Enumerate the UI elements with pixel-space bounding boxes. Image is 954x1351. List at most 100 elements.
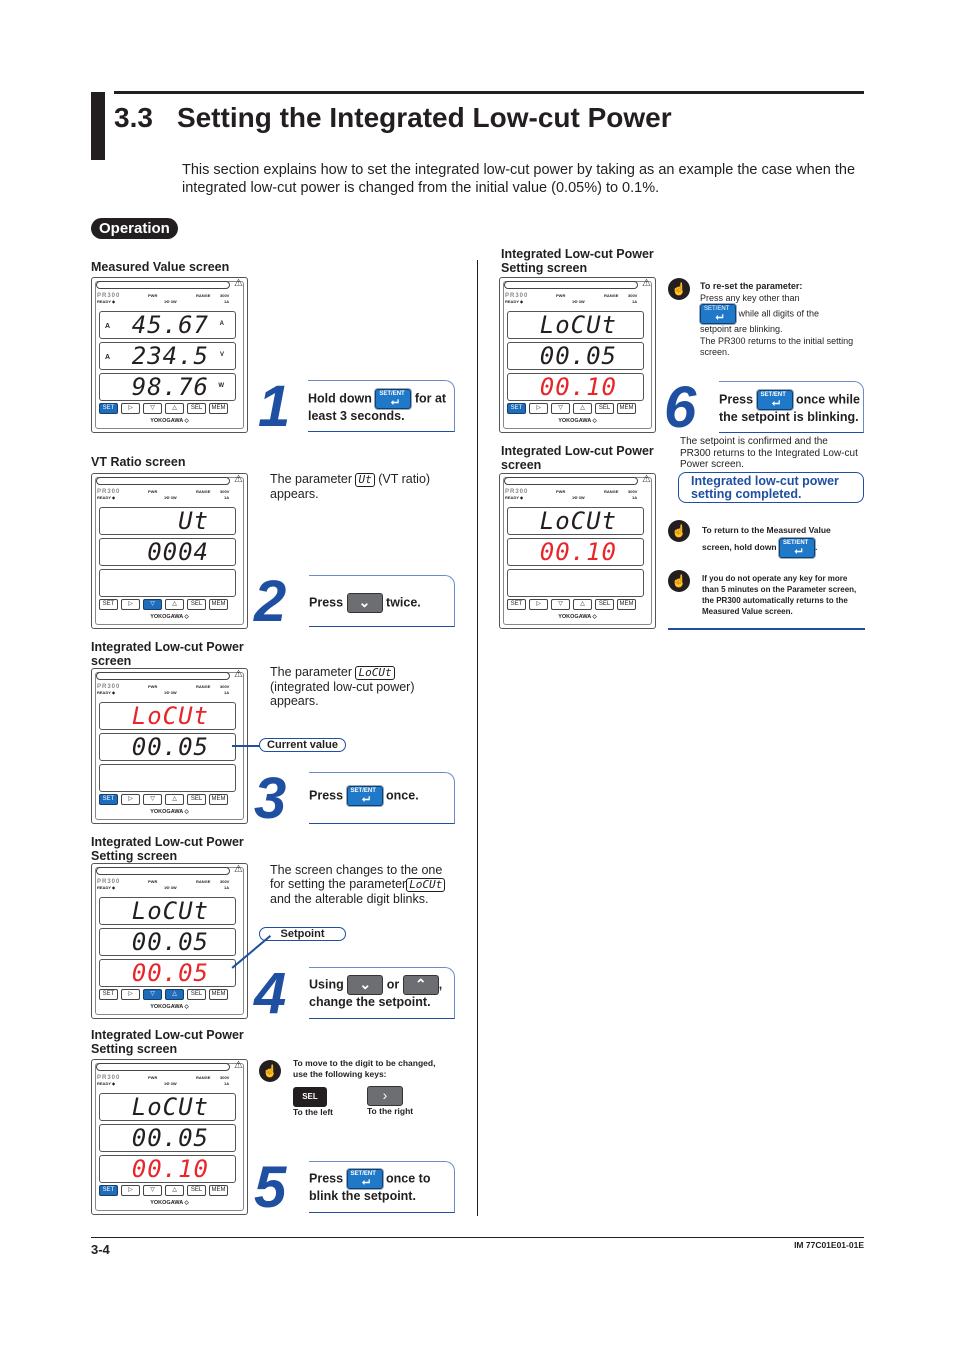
caption-lowcut: Integrated Low-cut Power screen — [91, 640, 244, 668]
set-ent-key[interactable]: SET/ENT ⮠ — [779, 537, 815, 558]
display-label: A — [105, 323, 112, 330]
device-indicator-label: READY ◆ — [97, 1081, 116, 1086]
device-indicator-label: RANGE — [196, 293, 211, 298]
set-ent-key[interactable]: SET/ENT ⮠ — [700, 304, 736, 324]
device-key[interactable]: SEL — [187, 794, 206, 805]
step-6: 6 Press SET/ENT ⮠ once while the setpoint … — [664, 379, 864, 437]
device-indicator-label: 1A — [224, 885, 230, 890]
device-indicator-label: 1Φ 3W — [164, 690, 177, 695]
device-key[interactable]: ▽ — [143, 599, 162, 610]
footer-rule — [91, 1237, 864, 1238]
confirm-text: The setpoint is confirmed and the PR300 … — [680, 436, 858, 470]
display-value: LoCUt — [131, 702, 209, 730]
device-key[interactable]: △ — [165, 794, 184, 805]
device-key[interactable]: SEL — [187, 989, 206, 1000]
sel-key[interactable]: SEL — [293, 1087, 327, 1107]
display-row: 00.10 — [99, 1155, 236, 1183]
device-key[interactable]: ▽ — [551, 599, 570, 610]
device-indicator-label: PWR — [148, 1075, 158, 1080]
device-key[interactable]: △ — [165, 989, 184, 1000]
device-key[interactable]: MEM — [617, 403, 636, 414]
device-key[interactable]: SET — [99, 403, 118, 414]
device-key[interactable]: ▽ — [143, 989, 162, 1000]
device-indicator-label: 1A — [632, 299, 638, 304]
device-key[interactable]: ▽ — [143, 403, 162, 414]
label-slot — [96, 672, 230, 680]
device-keypad: SET ▷ ▽ △ SEL MEM — [99, 599, 228, 610]
display-row: 00.05 — [99, 733, 236, 761]
device-key[interactable]: MEM — [209, 989, 228, 1000]
device-key[interactable]: ▷ — [121, 403, 140, 414]
down-key[interactable]: ⌄ — [346, 593, 383, 613]
display-row — [99, 569, 236, 597]
device-indicator-label: 1A — [224, 495, 230, 500]
step-text: Hold down SET/ENT ⮠ for at least 3 seconds… — [308, 389, 447, 423]
device-indicator-label: RANGE — [604, 293, 619, 298]
device-key[interactable]: SET — [507, 599, 526, 610]
current-value-label: Current value — [259, 738, 346, 752]
device-key[interactable]: SET — [99, 989, 118, 1000]
device-key[interactable]: MEM — [209, 599, 228, 610]
step-number: 4 — [254, 961, 287, 1026]
device-logo: YOKOGAWA ◇ — [558, 614, 597, 620]
set-ent-key[interactable]: SET/ENT ⮠ — [375, 389, 412, 409]
intro-text: This section explains how to set the int… — [182, 162, 856, 196]
device-key[interactable]: SEL — [187, 599, 206, 610]
warning-icon: ⚠ — [234, 669, 243, 680]
device-key[interactable]: ▷ — [529, 403, 548, 414]
device-logo: YOKOGAWA ◇ — [558, 418, 597, 424]
down-key[interactable]: ⌄ — [347, 975, 384, 995]
device-key[interactable]: △ — [165, 1185, 184, 1196]
up-key[interactable]: ⌃ — [402, 975, 439, 995]
leader-line — [232, 745, 260, 747]
label-slot — [96, 281, 230, 289]
device-key[interactable]: MEM — [209, 1185, 228, 1196]
right-key[interactable]: › — [367, 1086, 403, 1106]
device-key[interactable]: ▷ — [121, 599, 140, 610]
device-key[interactable]: △ — [573, 403, 592, 414]
set-ent-key[interactable]: SET/ENT ⮠ — [346, 786, 383, 806]
device-key[interactable]: SET — [99, 599, 118, 610]
device-key[interactable]: △ — [573, 599, 592, 610]
device-key[interactable]: SET — [99, 1185, 118, 1196]
label-slot — [504, 281, 638, 289]
device-key[interactable]: ▷ — [121, 989, 140, 1000]
device-key[interactable]: SEL — [595, 599, 614, 610]
device-key[interactable]: ▽ — [143, 1185, 162, 1196]
device-key[interactable]: SET — [507, 403, 526, 414]
device-key[interactable]: △ — [165, 599, 184, 610]
caption-setting-3: Integrated Low-cut Power Setting screen — [501, 247, 654, 275]
reset-note: To re-set the parameter: Press any key ot… — [700, 281, 854, 357]
step-number: 1 — [258, 374, 291, 439]
device-indicator-label: 1A — [224, 690, 230, 695]
device-indicator-label: READY ◆ — [505, 495, 524, 500]
device-key[interactable]: ▷ — [121, 1185, 140, 1196]
device-key[interactable]: SEL — [187, 1185, 206, 1196]
step-text: Press SET/ENT ⮠ once while the setpoint is… — [719, 390, 860, 424]
display-row: LoCUt — [99, 897, 236, 925]
device-indicator-label: 300V — [220, 879, 230, 884]
set-ent-key[interactable]: SET/ENT ⮠ — [346, 1169, 383, 1189]
display-value: Ut — [178, 507, 209, 535]
device-indicator-label: 1A — [632, 495, 638, 500]
device-key[interactable]: ▽ — [551, 403, 570, 414]
device-key[interactable]: △ — [165, 403, 184, 414]
device-indicator-label: PWR — [148, 293, 158, 298]
device-key[interactable]: MEM — [209, 794, 228, 805]
device-key[interactable]: SEL — [595, 403, 614, 414]
warning-icon: ⚠ — [234, 1060, 243, 1071]
device-key[interactable]: ▷ — [121, 794, 140, 805]
device-key[interactable]: ▷ — [529, 599, 548, 610]
device-key[interactable]: ▽ — [143, 794, 162, 805]
label-slot — [96, 867, 230, 875]
device-keypad: SET ▷ ▽ △ SEL MEM — [99, 1185, 228, 1196]
set-ent-key[interactable]: SET/ENT ⮠ — [756, 390, 793, 410]
device-key[interactable]: SET — [99, 794, 118, 805]
device-key[interactable]: MEM — [209, 403, 228, 414]
display-row: 00.10 — [507, 373, 644, 401]
device-key[interactable]: MEM — [617, 599, 636, 610]
display-row — [99, 764, 236, 792]
device-lowcut: ⚠ PR300 PWR RANGE 300V READY ◆ 1Φ 3W 1A LoCUt 00.… — [91, 668, 248, 824]
device-key[interactable]: SEL — [187, 403, 206, 414]
move-note: To move to the digit to be changed, use t… — [293, 1058, 436, 1079]
